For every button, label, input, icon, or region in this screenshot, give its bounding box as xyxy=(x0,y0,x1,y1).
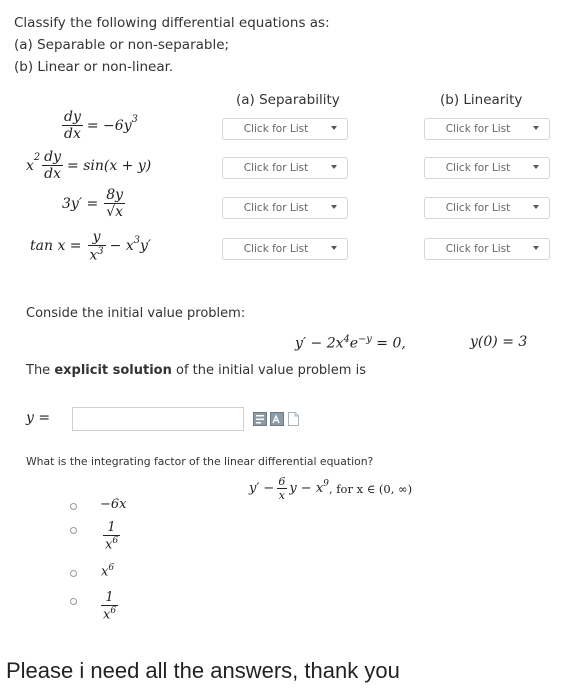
caret-down-icon xyxy=(331,246,337,250)
option-2-radio[interactable] xyxy=(70,527,77,534)
option-4-radio[interactable] xyxy=(70,598,77,605)
dropdown-label: Click for List xyxy=(243,202,309,214)
linearity-dropdown-3[interactable]: Click for List xyxy=(424,197,550,219)
linearity-dropdown-1[interactable]: Click for List xyxy=(424,118,550,140)
separability-dropdown-1[interactable]: Click for List xyxy=(222,118,348,140)
separability-header: (a) Separability xyxy=(236,92,340,108)
option-4-label: 1 x6 xyxy=(101,590,119,623)
caret-down-icon xyxy=(533,205,539,209)
user-comment: Please i need all the answers, thank you xyxy=(6,658,400,683)
option-1-label: −6x xyxy=(100,497,127,512)
option-2-label: 1 x6 xyxy=(103,520,121,553)
equation-4: tan x = y x3 − x 3 y′ xyxy=(30,229,152,264)
equation-2: x2 dy dx = sin(x + y) xyxy=(26,149,152,182)
caret-down-icon xyxy=(533,165,539,169)
editor-icons xyxy=(253,412,299,426)
explicit-solution-prompt: The explicit solution of the initial val… xyxy=(26,363,366,378)
solution-input[interactable] xyxy=(72,407,244,431)
y-label: y = xyxy=(26,410,51,426)
ivp-prompt: Conside the initial value problem: xyxy=(26,306,246,321)
caret-down-icon xyxy=(331,165,337,169)
dropdown-label: Click for List xyxy=(445,243,511,255)
instructions: Classify the following differential equa… xyxy=(14,12,330,78)
ivp-initial-condition: y(0) = 3 xyxy=(470,334,528,350)
dropdown-label: Click for List xyxy=(243,243,309,255)
linearity-dropdown-2[interactable]: Click for List xyxy=(424,157,550,179)
ivp-equation: y′ − 2x4e−y = 0, xyxy=(295,334,406,352)
linearity-header: (b) Linearity xyxy=(440,92,523,108)
dropdown-label: Click for List xyxy=(445,202,511,214)
integrating-factor-question: What is the integrating factor of the li… xyxy=(26,455,374,468)
caret-down-icon xyxy=(533,126,539,130)
instruction-line-2: (a) Separable or non-separable; xyxy=(14,37,230,53)
equation-editor-icon[interactable] xyxy=(253,412,267,426)
document-icon[interactable] xyxy=(288,412,299,426)
linear-de-equation: y′ − 6x y − x9, for x ∈ (0, ∞) xyxy=(249,475,413,502)
dropdown-label: Click for List xyxy=(243,123,309,135)
separability-dropdown-4[interactable]: Click for List xyxy=(222,238,348,260)
math-editor-icon[interactable] xyxy=(270,412,284,426)
instruction-line-3: (b) Linear or non-linear. xyxy=(14,59,174,75)
option-3-radio[interactable] xyxy=(70,570,77,577)
linearity-dropdown-4[interactable]: Click for List xyxy=(424,238,550,260)
caret-down-icon xyxy=(533,246,539,250)
option-1-radio[interactable] xyxy=(70,503,77,510)
instruction-line-1: Classify the following differential equa… xyxy=(14,15,330,31)
dropdown-label: Click for List xyxy=(243,162,309,174)
caret-down-icon xyxy=(331,205,337,209)
equation-1: dy dx = −6y 3 xyxy=(62,109,138,142)
dropdown-label: Click for List xyxy=(445,123,511,135)
equation-3: 3y′ = 8y √x xyxy=(62,187,126,220)
dropdown-label: Click for List xyxy=(445,162,511,174)
separability-dropdown-2[interactable]: Click for List xyxy=(222,157,348,179)
option-3-label: x6 xyxy=(101,563,115,580)
separability-dropdown-3[interactable]: Click for List xyxy=(222,197,348,219)
caret-down-icon xyxy=(331,126,337,130)
